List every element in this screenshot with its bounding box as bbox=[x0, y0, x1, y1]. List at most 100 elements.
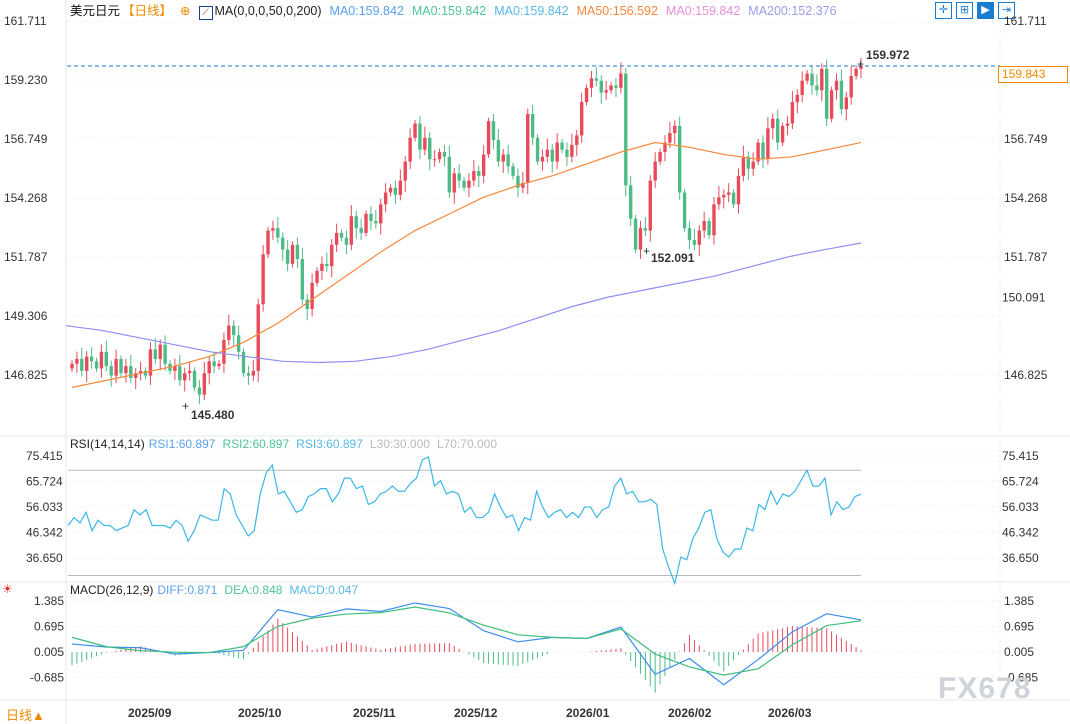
macd-right-y-tick: 1.385 bbox=[1004, 594, 1034, 608]
candle-body bbox=[447, 156, 452, 193]
candle-body bbox=[638, 228, 643, 250]
candle-body bbox=[310, 282, 314, 310]
candle-body bbox=[829, 90, 834, 119]
macd-y-tick: 0.695 bbox=[34, 619, 64, 633]
candle-body bbox=[697, 230, 701, 245]
candle-body bbox=[780, 125, 785, 143]
candle-body bbox=[472, 171, 476, 181]
candle-body bbox=[550, 149, 554, 162]
x-tick-label: 2026/03 bbox=[768, 706, 812, 720]
right-y-tick-label: 161.711 bbox=[1004, 14, 1047, 28]
candle-body bbox=[511, 166, 515, 176]
candle-body bbox=[398, 180, 403, 195]
rsi-y-tick: 36.650 bbox=[26, 551, 63, 565]
candle-body bbox=[158, 344, 162, 359]
candle-body bbox=[824, 68, 829, 119]
candle-body bbox=[383, 192, 388, 205]
candle-body bbox=[849, 75, 853, 98]
candles bbox=[70, 58, 863, 404]
candle-body bbox=[423, 137, 427, 150]
marker-cross: + bbox=[182, 399, 189, 413]
candle-body bbox=[604, 90, 608, 93]
x-tick-label: 2025/10 bbox=[238, 706, 282, 720]
candle-body bbox=[114, 358, 118, 376]
candle-body bbox=[251, 370, 256, 376]
candle-body bbox=[486, 121, 491, 155]
candle-body bbox=[506, 154, 510, 167]
candle-body bbox=[820, 68, 824, 91]
right-y-tick-label: 154.268 bbox=[1004, 191, 1048, 205]
candle-body bbox=[648, 180, 652, 231]
rsi-y-tick: 56.033 bbox=[26, 500, 63, 514]
legend-item: L70:70.000 bbox=[436, 437, 497, 451]
candle-body bbox=[379, 204, 383, 224]
rsi-y-tick: 65.724 bbox=[26, 474, 63, 488]
candle-body bbox=[844, 97, 848, 110]
candle-body bbox=[271, 228, 275, 231]
x-tick-label: 2026/02 bbox=[668, 706, 712, 720]
candle-body bbox=[722, 194, 726, 198]
settings-sun-icon[interactable]: ☀ bbox=[2, 582, 13, 596]
candle-body bbox=[761, 142, 765, 160]
candle-body bbox=[212, 361, 216, 367]
macd-histogram bbox=[71, 618, 862, 693]
candle-body bbox=[545, 149, 550, 157]
candle-body bbox=[599, 80, 603, 93]
candle-body bbox=[334, 232, 339, 245]
y-tick-label: 149.306 bbox=[4, 309, 48, 323]
candle-body bbox=[428, 137, 432, 160]
macd-right-y-tick: 0.695 bbox=[1004, 619, 1034, 633]
rsi-right-y-tick: 75.415 bbox=[1002, 449, 1039, 463]
candle-body bbox=[339, 232, 344, 238]
candle-body bbox=[751, 161, 755, 169]
candle-body bbox=[99, 351, 104, 369]
candle-body bbox=[300, 259, 305, 300]
candle-body bbox=[805, 73, 809, 81]
candle-body bbox=[437, 152, 442, 160]
low-annotation: 145.480 bbox=[191, 408, 235, 422]
y-tick-label: 146.825 bbox=[4, 368, 48, 382]
candle-body bbox=[119, 358, 123, 374]
candle-body bbox=[790, 102, 795, 124]
candle-body bbox=[771, 118, 775, 129]
candle-body bbox=[393, 187, 398, 195]
candle-body bbox=[413, 123, 417, 138]
candle-body bbox=[104, 351, 109, 367]
candle-body bbox=[496, 140, 501, 162]
candle-body bbox=[731, 192, 736, 205]
legend-item: L30:30.000 bbox=[369, 437, 430, 451]
candle-body bbox=[609, 85, 613, 91]
candle-body bbox=[775, 118, 780, 143]
rsi-title[interactable]: RSI(14,14,14) bbox=[70, 437, 145, 451]
y-tick-label: 156.749 bbox=[4, 132, 48, 146]
ma200-marker-label: 150.091 bbox=[1002, 290, 1046, 304]
candle-body bbox=[673, 125, 677, 134]
candle-body bbox=[217, 363, 221, 367]
candle-body bbox=[462, 180, 466, 188]
candle-body bbox=[153, 349, 158, 359]
candle-body bbox=[124, 366, 128, 374]
candle-body bbox=[643, 228, 648, 231]
candle-body bbox=[535, 137, 540, 162]
candle-body bbox=[388, 187, 393, 193]
rsi-y-tick: 46.342 bbox=[26, 525, 63, 539]
rsi-right-y-tick: 46.342 bbox=[1002, 525, 1039, 539]
period-switch[interactable]: 日线▲ bbox=[6, 705, 45, 724]
candle-body bbox=[594, 78, 599, 81]
candle-body bbox=[163, 344, 167, 364]
candle-body bbox=[369, 213, 373, 222]
macd-title[interactable]: MACD(26,12,9) bbox=[70, 583, 153, 597]
candle-body bbox=[800, 80, 804, 95]
candle-body bbox=[766, 128, 770, 160]
macd-right-y-tick: 0.005 bbox=[1004, 645, 1034, 659]
ma200-line bbox=[65, 242, 862, 364]
candle-body bbox=[839, 80, 844, 110]
candle-body bbox=[624, 73, 628, 186]
candle-body bbox=[344, 237, 349, 245]
rsi-right-y-tick: 56.033 bbox=[1002, 500, 1039, 514]
price-chart[interactable]: 161.711 159.230 156.749 154.268 151.787 149.3… bbox=[0, 0, 1070, 724]
candle-body bbox=[795, 94, 799, 103]
current-price-label: 159.843 bbox=[998, 66, 1068, 83]
macd-y-tick: -0.685 bbox=[30, 671, 64, 685]
candle-body bbox=[570, 144, 574, 157]
